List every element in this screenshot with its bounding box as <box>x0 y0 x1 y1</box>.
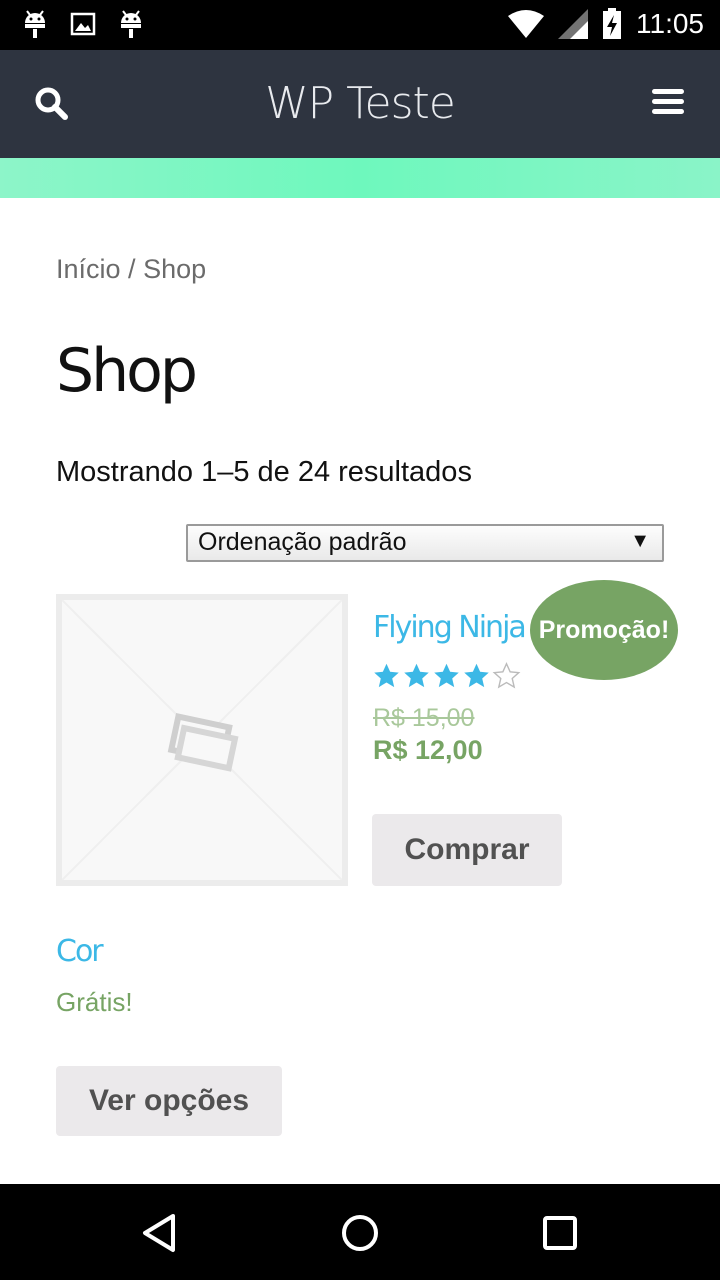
breadcrumb: Início / Shop <box>56 254 206 285</box>
menu-button[interactable] <box>650 86 686 118</box>
breadcrumb-home-link[interactable]: Início <box>56 254 121 284</box>
sort-select[interactable]: Ordenação padrão ▼ <box>186 524 664 562</box>
site-header: WP Teste <box>0 50 720 158</box>
battery-charging-icon <box>603 8 621 39</box>
sale-price: R$ 12,00 <box>373 735 483 765</box>
product-title-link[interactable]: Cor <box>56 934 104 969</box>
android-icon <box>121 10 141 38</box>
placeholder-image-icon <box>62 600 342 880</box>
android-icon <box>25 10 45 38</box>
star-filled-icon <box>404 663 429 688</box>
star-filled-icon <box>464 663 489 688</box>
hamburger-menu-icon <box>652 89 684 114</box>
star-empty-icon <box>492 662 521 689</box>
site-title[interactable]: WP Teste <box>0 78 720 129</box>
breadcrumb-separator: / <box>120 254 144 284</box>
navigation-bar <box>0 1184 720 1280</box>
signal-icon <box>558 9 588 39</box>
product-image-placeholder[interactable] <box>56 594 348 886</box>
result-count: Mostrando 1–5 de 24 resultados <box>56 456 472 488</box>
star-filled-icon <box>374 663 399 688</box>
star-filled-icon <box>434 663 459 688</box>
clock: 11:05 <box>636 8 704 39</box>
wifi-icon <box>508 10 544 38</box>
status-bar: 11:05 <box>0 0 720 50</box>
home-button[interactable] <box>335 1208 385 1258</box>
recent-apps-square-icon <box>543 1216 577 1250</box>
home-circle-icon <box>342 1215 378 1251</box>
regular-price: R$ 15,00 <box>373 704 475 732</box>
sale-badge: Promoção! <box>530 580 678 680</box>
sort-selected-value: Ordenação padrão <box>198 528 407 556</box>
star-rating <box>372 662 521 690</box>
back-button[interactable] <box>135 1208 185 1258</box>
back-triangle-icon <box>143 1214 175 1252</box>
dropdown-arrow-icon: ▼ <box>630 530 650 552</box>
product-title-link[interactable]: Flying Ninja <box>373 610 527 645</box>
buy-button[interactable]: Comprar <box>372 814 562 886</box>
product-price: Grátis! <box>56 987 133 1017</box>
recent-apps-button[interactable] <box>535 1208 585 1258</box>
accent-bar <box>0 158 720 198</box>
page-title: Shop <box>56 336 198 406</box>
breadcrumb-current: Shop <box>143 254 207 284</box>
image-icon <box>70 12 96 36</box>
view-options-button[interactable]: Ver opções <box>56 1066 282 1136</box>
